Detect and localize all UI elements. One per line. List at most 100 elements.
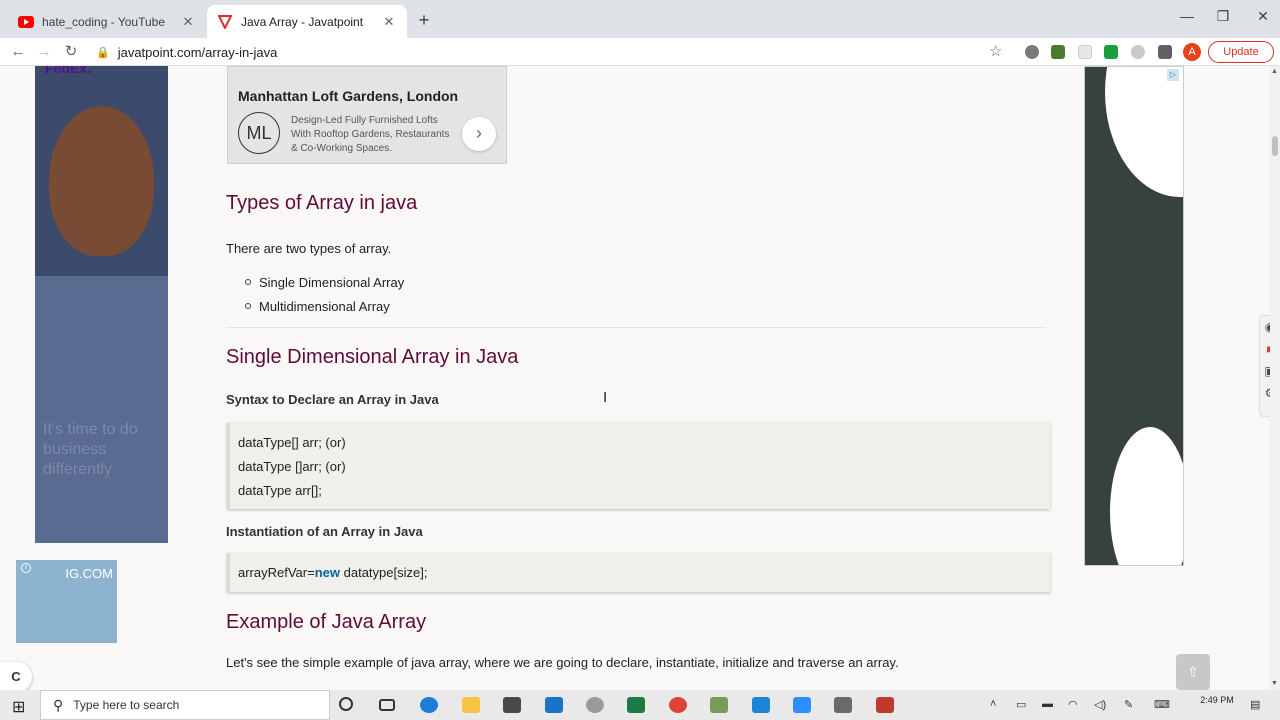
ad-slogan: It's time to do business differently: [43, 421, 138, 478]
cortana-icon[interactable]: [339, 697, 353, 711]
zoom-icon[interactable]: [793, 697, 811, 713]
battery-icon[interactable]: ▬: [1042, 698, 1053, 710]
bullet-icon: [245, 303, 251, 309]
extension-check-icon[interactable]: [1104, 45, 1118, 59]
lock-icon: 🔒: [96, 46, 110, 59]
app-icon[interactable]: [710, 697, 728, 713]
scroll-up-icon[interactable]: ▲: [1271, 68, 1278, 75]
mail-icon[interactable]: [545, 697, 563, 713]
ad-shape: [1110, 427, 1183, 565]
reload-icon[interactable]: ↻: [60, 41, 82, 63]
list-item-text: Multidimensional Array: [259, 298, 390, 314]
back-icon[interactable]: ←: [7, 41, 29, 63]
windows-start-icon[interactable]: ⊞: [12, 697, 25, 717]
task-view-icon[interactable]: [379, 699, 395, 711]
close-window-icon[interactable]: ✕: [1248, 8, 1278, 25]
code-line: arrayRefVar=new datatype[size];: [238, 561, 1050, 585]
code-line: dataType []arr; (or): [238, 459, 346, 474]
types-heading: Types of Array in java: [226, 192, 418, 214]
taskbar-clock[interactable]: 2:49 PM: [1182, 695, 1252, 706]
list-item: Multidimensional Array: [245, 294, 404, 318]
record-icon[interactable]: ■: [1260, 338, 1270, 360]
edge-icon[interactable]: [420, 697, 438, 713]
types-intro: There are two types of array.: [226, 241, 392, 256]
search-icon: ⚲: [53, 696, 64, 713]
gallery-icon[interactable]: ▣: [1260, 360, 1270, 382]
scroll-down-icon[interactable]: ▼: [1271, 680, 1278, 687]
ad-next-icon[interactable]: ›: [462, 117, 496, 151]
tab-title: Java Array - Javatpoint: [241, 14, 364, 29]
ad-shirt: [35, 276, 168, 543]
forward-icon[interactable]: →: [33, 41, 55, 63]
code-text: datatype[size];: [340, 565, 428, 580]
c-floating-button[interactable]: C: [0, 662, 32, 690]
taskbar-search[interactable]: ⚲ Type here to search: [40, 690, 330, 720]
ad-choices-icon[interactable]: ▷: [1167, 69, 1179, 81]
chrome-icon[interactable]: [669, 697, 687, 713]
minimize-icon[interactable]: —: [1172, 8, 1202, 24]
restore-icon[interactable]: ❐: [1208, 8, 1238, 25]
volume-icon[interactable]: ◁): [1094, 698, 1106, 711]
tab-javatpoint[interactable]: Java Array - Javatpoint ✕: [207, 5, 407, 38]
file-explorer-icon[interactable]: [462, 697, 480, 713]
profile-avatar[interactable]: A: [1183, 43, 1201, 61]
ig-brand: IG.COM: [65, 566, 113, 581]
update-button[interactable]: Update: [1208, 41, 1274, 63]
camera-icon[interactable]: ◉: [1260, 316, 1270, 338]
types-list: Single Dimensional Array Multidimensiona…: [245, 270, 404, 318]
example-heading: Example of Java Array: [226, 611, 427, 633]
tab-bar: hate_coding - YouTube ✕ Java Array - Jav…: [0, 0, 1280, 38]
back-to-top-button[interactable]: ⇧: [1176, 654, 1210, 690]
extension-bug-icon[interactable]: [1025, 45, 1039, 59]
windows-taskbar: ⊞ ⚲ Type here to search ˄ ▭ ▬ ◠ ◁) ✎ ⌨ 2…: [0, 690, 1280, 720]
instantiation-label: Instantiation of an Array in Java: [226, 524, 423, 539]
right-ad[interactable]: ▷: [1084, 66, 1184, 566]
extension-circle-icon[interactable]: [1131, 45, 1145, 59]
example-intro: Let's see the simple example of java arr…: [226, 655, 899, 670]
address-bar[interactable]: 🔒 javatpoint.com/array-in-java: [90, 40, 1015, 64]
recorder-icon[interactable]: [876, 697, 894, 713]
settings-icon[interactable]: ⚙: [1260, 382, 1270, 404]
tab-youtube[interactable]: hate_coding - YouTube ✕: [8, 5, 206, 38]
javatpoint-icon: [217, 14, 233, 30]
store-icon[interactable]: [503, 697, 521, 713]
instantiation-code-block: arrayRefVar=new datatype[size];: [227, 553, 1050, 592]
bullet-icon: [245, 279, 251, 285]
bookmark-star-icon[interactable]: ☆: [989, 42, 1002, 60]
pen-icon[interactable]: ✎: [1124, 698, 1133, 711]
extension-tree-icon[interactable]: [1051, 45, 1065, 59]
chrome-canary-icon[interactable]: [586, 697, 604, 713]
syntax-code-block: dataType[] arr; (or) dataType []arr; (or…: [227, 423, 1050, 509]
extensions-puzzle-icon[interactable]: [1158, 45, 1172, 59]
text-cursor-icon: I: [603, 389, 608, 406]
search-placeholder: Type here to search: [73, 698, 180, 712]
list-item-text: Single Dimensional Array: [259, 274, 405, 290]
ad-info-icon[interactable]: i: [21, 563, 31, 573]
ad-description: Design-Led Fully Furnished Lofts With Ro…: [291, 115, 450, 154]
close-tab-icon[interactable]: ✕: [180, 14, 196, 30]
notifications-icon[interactable]: ▤: [1250, 698, 1260, 711]
browser-toolbar: ← → ↻ 🔒 javatpoint.com/array-in-java ☆ A…: [0, 38, 1280, 66]
excel-icon[interactable]: [627, 697, 645, 713]
scroll-thumb[interactable]: [1272, 136, 1278, 156]
url-text: javatpoint.com/array-in-java: [117, 44, 278, 60]
settings-app-icon[interactable]: [834, 697, 852, 713]
tray-chevron-icon[interactable]: ˄: [990, 698, 996, 710]
ad-title: Manhattan Loft Gardens, London: [238, 88, 459, 104]
code-text: arrayRefVar=: [238, 565, 315, 580]
ig-ad[interactable]: i IG.COM: [16, 560, 117, 643]
tab-title: hate_coding - YouTube: [42, 14, 165, 29]
tray-app-icon[interactable]: ▭: [1016, 698, 1026, 711]
wifi-icon[interactable]: ◠: [1068, 698, 1078, 711]
fedex-ad[interactable]: FedEx. It's time to do business differen…: [35, 66, 168, 543]
vscode-icon[interactable]: [752, 697, 770, 713]
ad-face: [49, 106, 154, 256]
syntax-label: Syntax to Declare an Array in Java: [226, 392, 439, 407]
section-divider: [226, 327, 1046, 328]
close-tab-icon[interactable]: ✕: [381, 14, 397, 30]
loft-ad[interactable]: Manhattan Loft Gardens, London ML Design…: [227, 66, 507, 164]
page-scrollbar[interactable]: ▲ ▼: [1270, 66, 1280, 690]
new-tab-button[interactable]: +: [414, 10, 434, 31]
keyboard-icon[interactable]: ⌨: [1154, 698, 1170, 711]
extension-crop-icon[interactable]: [1078, 45, 1092, 59]
